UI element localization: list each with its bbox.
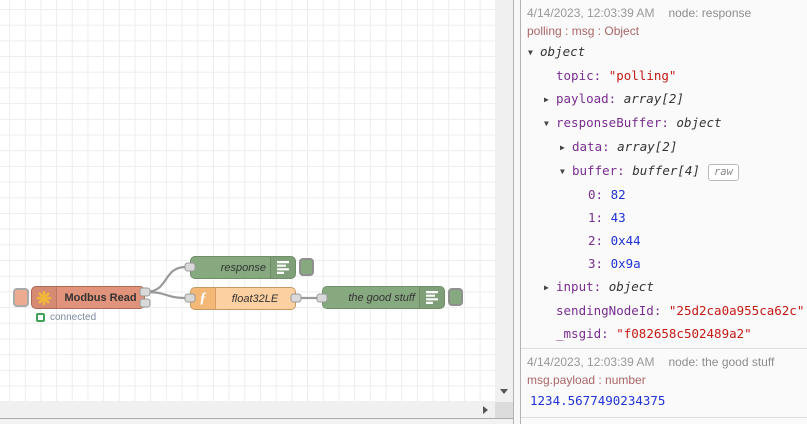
tree-row: ▼ object <box>521 40 807 64</box>
node-float32-function[interactable]: ƒ float32LE <box>190 287 296 310</box>
wire-layer <box>144 265 321 300</box>
tree-row: 0: 82 <box>521 183 807 206</box>
tree-value: "f082658c502489a2" <box>616 326 752 341</box>
tree-row: ▼ buffer: buffer[4] raw <box>521 159 807 183</box>
tree-value: "polling" <box>608 68 677 83</box>
scrollbar-corner <box>495 402 513 418</box>
chevron-down-icon[interactable]: ▼ <box>560 160 572 183</box>
footer-strip <box>0 419 513 424</box>
message-path: polling : msg : Object <box>527 24 640 38</box>
debug-message: 4/14/2023, 12:03:39 AM node: the good stu… <box>521 349 807 418</box>
tree-value: object <box>676 115 722 130</box>
tree-value: buffer[4] <box>632 163 700 178</box>
modbus-node-button[interactable] <box>13 288 29 307</box>
tree-row: ▶ data: array[2] <box>521 135 807 159</box>
node-label: Modbus Read <box>64 291 137 304</box>
timestamp: 4/14/2023, 12:03:39 AM <box>527 355 655 369</box>
tree-key: input: <box>556 279 609 294</box>
tree-value: 43 <box>610 210 626 225</box>
wire-modbus-to-float32[interactable] <box>144 290 187 300</box>
node-red-window: Modbus Read connected response ƒ float32 <box>0 0 807 424</box>
debug-tree: ▼ object topic: "polling" ▶ payload: array[2… <box>521 40 807 345</box>
modbus-gear-icon <box>32 287 57 308</box>
tree-key: sendingNodeId: <box>556 303 669 318</box>
wire-modbus-to-response[interactable] <box>144 265 187 294</box>
debug-lines-icon <box>419 287 444 308</box>
tree-row: ▼ responseBuffer: object <box>521 111 807 135</box>
chevron-right-icon[interactable]: ▶ <box>544 276 556 299</box>
tree-row: topic: "polling" <box>521 64 807 87</box>
tree-value: 0x44 <box>610 233 641 248</box>
tree-key: data: <box>572 139 618 154</box>
debug-message: 4/14/2023, 12:03:39 AM node: response pol… <box>521 0 807 349</box>
tree-value: array[2] <box>617 139 678 154</box>
tree-value: 0x9a <box>610 256 641 271</box>
payload-number-value: 1234.5677490234375 <box>530 393 666 408</box>
raw-button[interactable]: raw <box>707 164 739 181</box>
debug-lines-icon <box>270 257 295 278</box>
tree-key: 0: <box>588 187 611 202</box>
debug-sidebar[interactable]: 4/14/2023, 12:03:39 AM node: response pol… <box>521 0 807 424</box>
node-label: float32LE <box>231 292 279 305</box>
chevron-right-icon[interactable]: ▶ <box>560 136 572 159</box>
tree-key: 2: <box>588 233 611 248</box>
status-text: connected <box>50 312 97 323</box>
sidebar-splitter[interactable] <box>513 0 521 424</box>
tree-row: sendingNodeId: "25d2ca0a955ca62c" <box>521 299 807 322</box>
function-icon: ƒ <box>191 288 216 309</box>
tree-row: _msgid: "f082658c502489a2" <box>521 322 807 345</box>
tree-value: object <box>540 44 586 59</box>
debug-enable-toggle[interactable] <box>299 258 314 276</box>
scroll-right-arrow-icon[interactable] <box>483 406 488 414</box>
node-the-good-stuff-debug[interactable]: the good stuff <box>322 286 445 309</box>
debug-message-meta: 4/14/2023, 12:03:39 AM node: response <box>521 2 807 21</box>
tree-value: 82 <box>610 187 626 202</box>
tree-key: _msgid: <box>556 326 617 341</box>
tree-row: 3: 0x9a <box>521 252 807 275</box>
scroll-down-arrow-icon[interactable] <box>500 389 508 394</box>
node-modbus-read[interactable]: Modbus Read <box>31 286 145 309</box>
vertical-scrollbar[interactable] <box>495 0 513 402</box>
chevron-right-icon[interactable]: ▶ <box>544 88 556 111</box>
node-status: connected <box>36 312 96 323</box>
source-node-name: node: the good stuff <box>668 355 775 369</box>
flow-canvas[interactable]: Modbus Read connected response ƒ float32 <box>0 0 495 402</box>
timestamp: 4/14/2023, 12:03:39 AM <box>527 6 655 20</box>
tree-value: object <box>608 279 654 294</box>
chevron-down-icon[interactable]: ▼ <box>528 41 540 64</box>
debug-enable-toggle[interactable] <box>448 288 463 306</box>
tree-row: 1: 43 <box>521 206 807 229</box>
node-response-debug[interactable]: response <box>190 256 296 279</box>
tree-row: 2: 0x44 <box>521 229 807 252</box>
horizontal-scrollbar[interactable] <box>0 402 495 418</box>
tree-row: ▶ input: object <box>521 275 807 299</box>
chevron-down-icon[interactable]: ▼ <box>544 112 556 135</box>
message-path: msg.payload : number <box>527 373 646 387</box>
source-node-name: node: response <box>668 6 752 20</box>
tree-key: responseBuffer: <box>556 115 677 130</box>
tree-key: 3: <box>588 256 611 271</box>
port-layer <box>139 262 328 308</box>
tree-value: array[2] <box>623 91 684 106</box>
tree-key: topic: <box>556 68 609 83</box>
status-connected-icon <box>36 313 45 322</box>
tree-key: buffer: <box>572 163 633 178</box>
tree-key: 1: <box>588 210 611 225</box>
tree-value: "25d2ca0a955ca62c" <box>668 303 805 318</box>
tree-row: ▶ payload: array[2] <box>521 87 807 111</box>
debug-message-meta: 4/14/2023, 12:03:39 AM node: the good stu… <box>521 351 807 370</box>
tree-key: payload: <box>556 91 624 106</box>
